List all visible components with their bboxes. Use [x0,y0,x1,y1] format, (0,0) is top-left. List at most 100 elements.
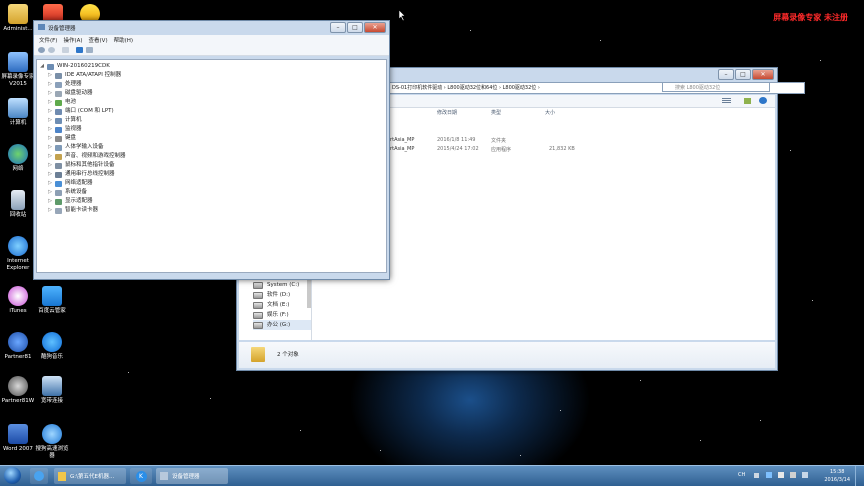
tree-node[interactable]: ▷ 计算机 [47,116,82,125]
minimize-button[interactable]: – [718,69,734,80]
desktop-icon-recycle-bin[interactable]: 回收站 [1,190,35,219]
tray-network-icon[interactable] [778,472,784,478]
preview-pane-icon[interactable] [744,98,751,104]
minimize-button[interactable]: – [330,22,346,33]
help-icon[interactable] [759,97,767,104]
desktop-icon-administrator[interactable]: Administ... [1,4,35,33]
device-category-icon [55,153,62,160]
desktop-icon-ie[interactable]: Internet Explorer [1,236,35,272]
nav-drive-c[interactable]: System (C:) [253,280,299,290]
tree-node[interactable]: ▷ 智能卡读卡器 [47,206,98,215]
tree-node[interactable]: ▷ 声音、视频和游戏控制器 [47,152,126,161]
device-category-icon [55,189,62,196]
tree-node[interactable]: ▷ 处理器 [47,80,82,89]
tree-view-icon[interactable] [62,47,69,53]
desktop-icon-word[interactable]: Word 2007 [1,424,35,453]
expand-icon[interactable]: ▷ [47,197,53,206]
nav-drive-f[interactable]: 娱乐 (F:) [253,310,289,320]
tree-node[interactable]: ▷ 磁盘驱动器 [47,89,93,98]
column-date[interactable]: 修改日期 [437,108,457,118]
tray-flag-icon[interactable] [802,472,808,478]
tree-node[interactable]: ▷ 监视器 [47,125,82,134]
tray-arrow-icon[interactable] [754,473,759,478]
tree-node[interactable]: ▷ IDE ATA/ATAPI 控制器 [47,71,121,80]
tray-app-icon[interactable] [766,472,772,478]
taskbar-kugou[interactable]: K [130,468,152,484]
menu-view[interactable]: 查看(V) [89,36,108,44]
expand-icon[interactable]: ▷ [47,134,53,143]
collapse-icon[interactable]: ◢ [39,62,45,71]
details-pane: 2 个对象 [239,342,775,368]
device-manager-window[interactable]: 设备管理器 – □ ✕ 文件(F) 操作(A) 查看(V) 帮助(H) ◢ WI… [33,20,390,280]
desktop-icon-itunes[interactable]: iTunes [1,286,35,315]
tree-node[interactable]: ▷ 网络适配器 [47,179,93,188]
sogou-icon [42,424,62,444]
nav-drive-g[interactable]: 办公 (G:) [253,320,311,330]
taskbar-explorer[interactable]: G:\第五代E机器... [54,468,126,484]
expand-icon[interactable]: ▷ [47,170,53,179]
view-options-icon[interactable] [722,98,731,104]
nav-drive-e[interactable]: 文档 (E:) [253,300,289,310]
itunes-icon [8,286,28,306]
devmgr-titlebar[interactable]: 设备管理器 – □ ✕ [34,21,389,35]
menu-help[interactable]: 帮助(H) [114,36,133,44]
back-icon[interactable] [38,47,45,53]
expand-icon[interactable]: ▷ [47,71,53,80]
drive-icon [253,291,263,299]
help-icon[interactable] [76,47,83,53]
desktop-icon-baidu-cloud[interactable]: 百度云管家 [35,286,69,315]
tree-node[interactable]: ▷ 电池 [47,98,76,107]
tree-node[interactable]: ▷ 鼠标和其他指针设备 [47,161,115,170]
tray-volume-icon[interactable] [790,472,796,478]
taskbar-device-manager[interactable]: 设备管理器 [156,468,228,484]
expand-icon[interactable]: ▷ [47,152,53,161]
nav-drive-d[interactable]: 软件 (D:) [253,290,290,300]
expand-icon[interactable]: ▷ [47,125,53,134]
desktop-icon-kugou[interactable]: 酷狗音乐 [35,332,69,361]
desktop-icon-wordpress[interactable]: Partner81W [1,376,35,405]
expand-icon[interactable]: ▷ [47,143,53,152]
expand-icon[interactable]: ▷ [47,161,53,170]
tree-node[interactable]: ▷ 键盘 [47,134,76,143]
desktop-icon-computer[interactable]: 计算机 [1,98,35,127]
tree-root[interactable]: ◢ WIN-20160219CDK [39,62,110,71]
expand-icon[interactable]: ▷ [47,188,53,197]
start-button[interactable] [4,467,21,484]
expand-icon[interactable]: ▷ [47,116,53,125]
forward-icon[interactable] [48,47,55,53]
taskbar: G:\第五代E机器... K 设备管理器 CH 15:38 2016/3/14 [0,465,864,486]
desktop-icon-network[interactable]: 网络 [1,144,35,173]
clock[interactable]: 15:38 2016/3/14 [824,468,850,484]
desktop-icon-sogou[interactable]: 搜狗高速浏览 器 [35,424,69,460]
column-type[interactable]: 类型 [491,108,501,118]
expand-icon[interactable]: ▷ [47,107,53,116]
expand-icon[interactable]: ▷ [47,98,53,107]
expand-icon[interactable]: ▷ [47,206,53,215]
folder-icon [58,471,66,481]
expand-icon[interactable]: ▷ [47,179,53,188]
tree-node[interactable]: ▷ 通用串行总线控制器 [47,170,115,179]
maximize-button[interactable]: □ [735,69,751,80]
device-tree[interactable]: ◢ WIN-20160219CDK ▷ IDE ATA/ATAPI 控制器 ▷ 处理器… [36,59,387,273]
maximize-button[interactable]: □ [347,22,363,33]
tree-node[interactable]: ▷ 系统设备 [47,188,87,197]
tree-node[interactable]: ▷ 端口 (COM 和 LPT) [47,107,114,116]
desktop-icon-partner[interactable]: Partner81 [1,332,35,361]
column-size[interactable]: 大小 [545,108,555,118]
menu-file[interactable]: 文件(F) [39,36,57,44]
search-input[interactable]: 搜索 L800驱动32位 [662,82,770,92]
properties-icon[interactable] [86,47,93,53]
drive-icon [253,301,263,309]
taskbar-ie[interactable] [30,468,48,484]
desktop-icon-broadband[interactable]: 宽带连接 [35,376,69,405]
tree-node[interactable]: ▷ 显示适配器 [47,197,93,206]
close-button[interactable]: ✕ [752,69,774,80]
menu-action[interactable]: 操作(A) [63,36,82,44]
device-category-icon [55,72,62,79]
expand-icon[interactable]: ▷ [47,80,53,89]
show-desktop-button[interactable] [855,466,864,486]
close-button[interactable]: ✕ [364,22,386,33]
tree-node[interactable]: ▷ 人体学输入设备 [47,143,104,152]
expand-icon[interactable]: ▷ [47,89,53,98]
desktop-icon-screen-recorder[interactable]: 屏幕录像专家 V2015 [1,52,35,88]
